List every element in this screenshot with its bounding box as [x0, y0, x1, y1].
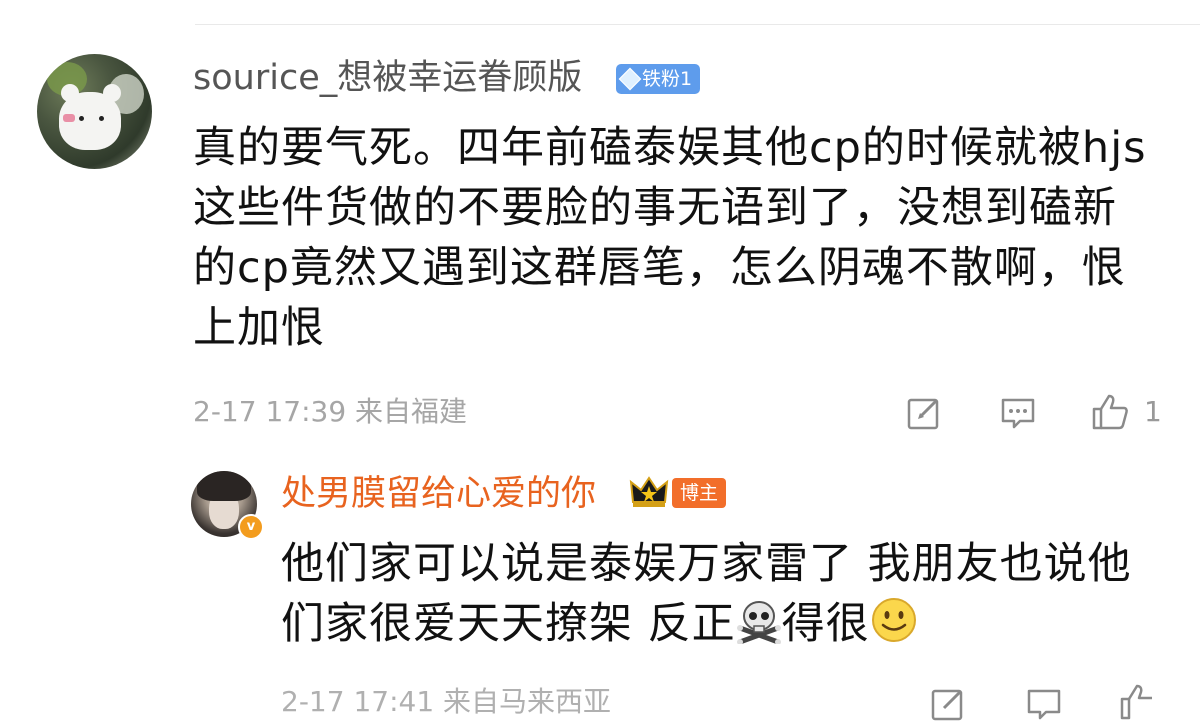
edit-icon[interactable] [906, 395, 942, 431]
comment-meta: 2-17 17:39 来自福建 [193, 392, 467, 432]
skull-crossbones-emoji [736, 601, 781, 644]
comment-text: 真的要气死。四年前磕泰娱其他cp的时候就被hjs这些件货做的不要脸的事无语到了，… [193, 123, 1147, 353]
avatar-bear-eye [99, 116, 104, 121]
reply-text: 他们家可以说是泰娱万家雷了 我朋友也说他们家很爱天天撩架 反正 得很 [281, 534, 1161, 654]
edit-icon[interactable] [930, 686, 966, 722]
reply-timestamp: 2-17 17:41 [281, 685, 435, 718]
replier-username[interactable]: 处男膜留给心爱的你 [281, 470, 596, 518]
fan-level-badge[interactable]: 铁粉1 [616, 64, 701, 94]
like-count: 1 [1144, 395, 1162, 428]
fan-badge-label: 铁粉1 [642, 68, 693, 90]
avatar-bear-bow [63, 114, 75, 122]
reply-location: 来自马来西亚 [443, 685, 612, 718]
commenter-username[interactable]: sourice_想被幸运眷顾版 [193, 54, 582, 102]
reply-meta: 2-17 17:41 来自马来西亚 [281, 682, 611, 722]
avatar-bear-eye [79, 116, 84, 121]
avatar-hair [197, 471, 251, 501]
thumbs-up-icon[interactable] [1090, 392, 1130, 432]
crown-icon [629, 476, 669, 507]
top-divider [195, 24, 1200, 25]
comment-icon[interactable] [1000, 395, 1036, 431]
comment-timestamp: 2-17 17:39 [193, 395, 347, 428]
verified-v-icon: v [238, 514, 264, 540]
comment-location: 来自福建 [355, 395, 468, 428]
reply-text-part1: 他们家可以说是泰娱万家雷了 我朋友也说他们家很爱天天撩架 反正 [281, 539, 1132, 649]
diamond-icon [618, 67, 642, 91]
reply-text-part2: 得很 [781, 599, 870, 649]
smiley-emoji [871, 598, 916, 642]
thumbs-up-icon[interactable] [1118, 682, 1158, 722]
author-badge: 博主 [672, 478, 727, 508]
comment-icon[interactable] [1026, 686, 1062, 722]
commenter-avatar[interactable] [37, 54, 152, 169]
